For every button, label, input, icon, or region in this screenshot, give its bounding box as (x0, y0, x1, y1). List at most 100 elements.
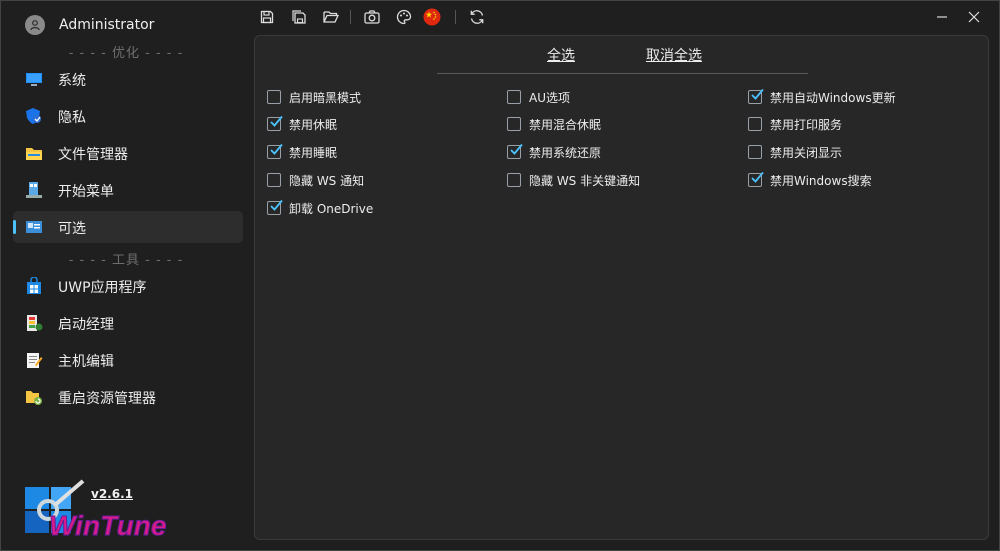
save-button[interactable] (257, 7, 277, 27)
sidebar-item-label: UWP应用程序 (58, 280, 147, 296)
option-label: 卸载 OneDrive (289, 201, 374, 216)
option-disable-print-service[interactable]: 禁用打印服务 (748, 114, 842, 134)
checkbox[interactable] (267, 115, 283, 131)
checkbox[interactable] (267, 173, 281, 187)
option-label: 禁用打印服务 (770, 117, 843, 132)
sidebar-item-label: 主机编辑 (58, 354, 114, 370)
sidebar-item-system[interactable]: 系统 (13, 63, 243, 95)
deselect-all-link[interactable]: 取消全选 (646, 45, 702, 65)
sidebar-item-optional[interactable]: 可选 (13, 211, 243, 243)
checkbox[interactable] (267, 143, 283, 159)
person-icon (30, 20, 40, 31)
screenshot-icon (364, 10, 380, 24)
startup-icon (25, 314, 43, 332)
checkmark-icon (510, 143, 523, 155)
toolbar-divider (455, 10, 456, 24)
option-disable-hybrid-sleep[interactable]: 禁用混合休眠 (507, 114, 601, 134)
sidebar-item-start-menu[interactable]: 开始菜单 (13, 174, 243, 206)
sidebar-item-label: 重启资源管理器 (58, 391, 156, 407)
option-disable-display-off[interactable]: 禁用关闭显示 (748, 142, 842, 162)
checkbox[interactable] (748, 145, 762, 159)
sidebar-item-label: 系统 (58, 73, 86, 89)
sidebar-item-restart-explorer[interactable]: 重启资源管理器 (13, 381, 243, 413)
theme-button[interactable] (394, 7, 414, 27)
screenshot-button[interactable] (362, 7, 382, 27)
checkbox[interactable] (748, 88, 764, 104)
save-as-button[interactable] (289, 7, 309, 27)
open-button[interactable] (321, 7, 341, 27)
checkbox[interactable] (267, 199, 283, 215)
option-label: 禁用Windows搜索 (770, 173, 872, 188)
monitor-icon (25, 70, 43, 88)
user-profile[interactable]: Administrator (25, 13, 154, 37)
checkbox[interactable] (507, 143, 523, 159)
checkbox[interactable] (507, 117, 521, 131)
hosts-edit-icon (25, 351, 43, 369)
sidebar-item-hosts-editor[interactable]: 主机编辑 (13, 344, 243, 376)
sidebar-item-privacy[interactable]: 隐私 (13, 100, 243, 132)
checkbox[interactable] (748, 117, 762, 131)
avatar (25, 15, 45, 35)
option-disable-system-restore[interactable]: 禁用系统还原 (507, 142, 601, 162)
folder-icon (25, 144, 43, 162)
language-button[interactable] (422, 7, 442, 27)
option-label: 禁用自动Windows更新 (770, 90, 896, 105)
option-disable-windows-search[interactable]: 禁用Windows搜索 (748, 170, 872, 190)
toolbar-divider (350, 10, 351, 24)
option-hide-ws-noncritical-notifications[interactable]: 隐藏 WS 非关键通知 (507, 170, 640, 190)
option-label: AU选项 (529, 90, 570, 105)
checkmark-icon (270, 115, 283, 127)
checkbox[interactable] (507, 173, 521, 187)
store-icon (25, 276, 43, 295)
option-label: 隐藏 WS 通知 (289, 173, 365, 188)
restart-explorer-icon (25, 388, 43, 406)
close-button[interactable] (964, 7, 984, 27)
option-uninstall-onedrive[interactable]: 卸载 OneDrive (267, 198, 373, 218)
save-as-icon (292, 10, 306, 24)
sidebar-item-label: 开始菜单 (58, 184, 114, 200)
option-label: 启用暗黑模式 (289, 90, 362, 105)
checkbox[interactable] (507, 90, 521, 104)
option-hide-ws-notifications[interactable]: 隐藏 WS 通知 (267, 170, 364, 190)
checkmark-icon (270, 143, 283, 155)
optional-settings-panel: 全选 取消全选 启用暗黑模式 禁用休眠 禁用睡眠 隐藏 WS 通知 卸载 One… (254, 35, 989, 540)
sidebar-item-file-manager[interactable]: 文件管理器 (13, 137, 243, 169)
start-menu-icon (25, 181, 43, 199)
sidebar-item-label: 隐私 (58, 110, 86, 126)
sidebar-item-label: 启动经理 (58, 317, 114, 333)
sidebar-item-startup-manager[interactable]: 启动经理 (13, 307, 243, 339)
option-enable-dark-mode[interactable]: 启用暗黑模式 (267, 87, 361, 107)
refresh-icon (470, 10, 484, 24)
close-icon (968, 11, 980, 23)
option-disable-hibernate[interactable]: 禁用休眠 (267, 114, 337, 134)
sidebar-item-uwp-apps[interactable]: UWP应用程序 (13, 270, 243, 302)
checkbox[interactable] (267, 90, 281, 104)
refresh-button[interactable] (467, 7, 487, 27)
option-label: 禁用关闭显示 (770, 145, 843, 160)
user-name: Administrator (59, 17, 155, 33)
china-flag-icon (423, 8, 441, 26)
option-label: 禁用睡眠 (289, 145, 338, 160)
save-icon (260, 10, 274, 24)
minimize-button[interactable] (932, 7, 952, 27)
option-label: 禁用混合休眠 (529, 117, 602, 132)
version-link[interactable]: v2.6.1 (91, 487, 133, 501)
sidebar-item-label: 可选 (58, 221, 86, 237)
section-header-optimize: - - - - 优化 - - - - (68, 46, 184, 61)
app-window: Administrator - - - - 优化 - - - - 系统 隐私 文… (0, 0, 1000, 551)
option-label: 隐藏 WS 非关键通知 (529, 173, 641, 188)
minimize-icon (937, 16, 947, 18)
checkmark-icon (751, 171, 764, 183)
select-all-link[interactable]: 全选 (547, 45, 575, 65)
checkmark-icon (270, 199, 283, 211)
option-au-options[interactable]: AU选项 (507, 87, 570, 107)
option-disable-sleep[interactable]: 禁用睡眠 (267, 142, 337, 162)
option-label: 禁用系统还原 (529, 145, 602, 160)
open-folder-icon (323, 11, 339, 23)
option-disable-auto-windows-update[interactable]: 禁用自动Windows更新 (748, 87, 896, 107)
optional-icon (25, 218, 43, 236)
sidebar: Administrator - - - - 优化 - - - - 系统 隐私 文… (1, 1, 251, 550)
sidebar-item-label: 文件管理器 (58, 147, 128, 163)
option-label: 禁用休眠 (289, 117, 338, 132)
checkbox[interactable] (748, 171, 764, 187)
